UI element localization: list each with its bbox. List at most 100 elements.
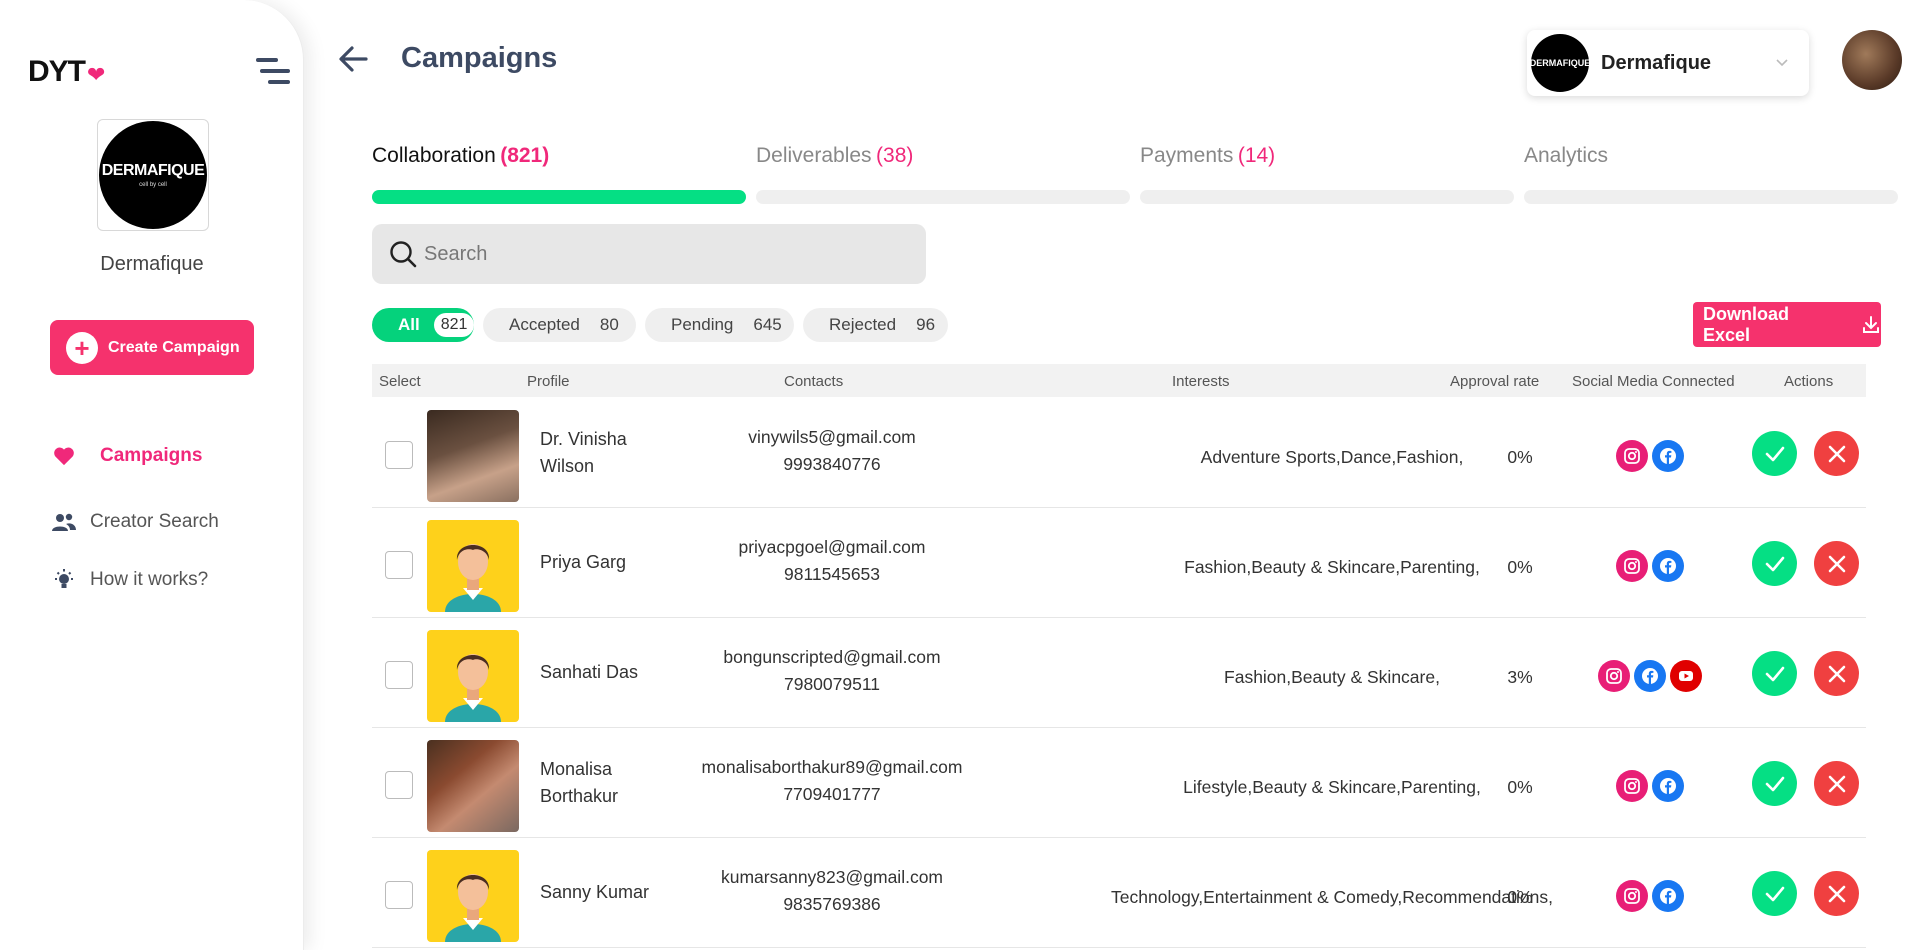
profile-name[interactable]: Monalisa Borthakur <box>540 756 660 810</box>
contact-email: kumarsanny823@gmail.com <box>720 867 944 887</box>
accept-button[interactable] <box>1752 651 1797 696</box>
contact-info: priyacpgoel@gmail.com 9811545653 <box>672 534 992 588</box>
table-row: Sanny Kumar kumarsanny823@gmail.com 9835… <box>372 838 1866 948</box>
column-header: Interests <box>1172 373 1230 390</box>
brand-logo-subtext: cell by cell <box>139 182 167 188</box>
profile-name[interactable]: Dr. Vinisha Wilson <box>540 426 660 480</box>
tab-deliverables[interactable]: Deliverables (38) <box>756 144 1130 208</box>
plus-icon: + <box>66 331 98 364</box>
social-media-icons <box>1570 770 1730 802</box>
default-avatar[interactable] <box>427 520 519 612</box>
reject-button[interactable] <box>1814 761 1859 806</box>
column-header: Actions <box>1784 373 1834 390</box>
facebook-icon[interactable] <box>1652 880 1684 912</box>
accept-button[interactable] <box>1752 871 1797 916</box>
tab-payments[interactable]: Payments (14) <box>1140 144 1514 208</box>
row-select-checkbox[interactable] <box>385 881 413 909</box>
back-arrow-icon[interactable] <box>336 42 372 78</box>
reject-button[interactable] <box>1814 541 1859 586</box>
reject-button[interactable] <box>1814 871 1859 916</box>
row-select-checkbox[interactable] <box>385 771 413 799</box>
brand-selector-dropdown[interactable]: DERMAFIQUE Dermafique <box>1527 30 1809 96</box>
check-icon <box>1765 666 1784 681</box>
create-campaign-button[interactable]: + Create Campaign <box>50 320 254 375</box>
create-campaign-label: Create Campaign <box>108 338 240 356</box>
instagram-icon[interactable] <box>1616 440 1648 472</box>
accept-button[interactable] <box>1752 761 1797 806</box>
contact-email: priyacpgoel@gmail.com <box>738 537 926 557</box>
default-avatar[interactable] <box>427 630 519 722</box>
app-logo[interactable]: DYT ❤ <box>28 55 105 89</box>
sidebar-item-how-it-works[interactable]: How it works? <box>50 568 208 592</box>
download-icon <box>1863 315 1879 333</box>
tab-count: (14) <box>1237 144 1276 167</box>
contact-info: vinywils5@gmail.com 9993840776 <box>672 424 992 478</box>
table-row: Monalisa Borthakur monalisaborthakur89@g… <box>372 728 1866 838</box>
profile-name-line: Priya Garg <box>540 552 627 572</box>
row-select-checkbox[interactable] <box>385 441 413 469</box>
profile-name[interactable]: Sanny Kumar <box>540 879 660 906</box>
youtube-icon[interactable] <box>1670 660 1702 692</box>
filter-all[interactable]: All 821 <box>372 308 475 342</box>
lightbulb-icon <box>50 568 78 592</box>
brand-selector-logo: DERMAFIQUE <box>1530 34 1590 92</box>
person-avatar-icon <box>445 654 501 722</box>
search-icon <box>390 241 417 268</box>
users-icon <box>50 510 78 534</box>
profile-photo[interactable] <box>427 740 519 832</box>
social-media-icons <box>1570 880 1730 912</box>
row-select-checkbox[interactable] <box>385 551 413 579</box>
filter-rejected[interactable]: Rejected 96 <box>803 308 948 342</box>
profile-photo[interactable] <box>427 410 519 502</box>
filter-pending[interactable]: Pending 645 <box>645 308 794 342</box>
instagram-icon[interactable] <box>1616 880 1648 912</box>
facebook-icon[interactable] <box>1652 770 1684 802</box>
accept-button[interactable] <box>1752 431 1797 476</box>
filter-accepted[interactable]: Accepted 80 <box>483 308 636 342</box>
tab-analytics[interactable]: Analytics <box>1524 144 1898 208</box>
column-header: Approval rate <box>1450 373 1540 390</box>
filter-label: Pending <box>671 315 734 334</box>
table-row: Dr. Vinisha Wilson vinywils5@gmail.com 9… <box>372 398 1866 508</box>
brand-name: Dermafique <box>100 253 204 275</box>
sidebar-item-label: Creator Search <box>90 511 219 532</box>
menu-toggle-icon[interactable] <box>256 56 290 86</box>
tab-collaboration[interactable]: Collaboration (821) <box>372 144 746 208</box>
table-header: Select Profile Contacts Interests Approv… <box>372 364 1866 397</box>
contact-info: bongunscripted@gmail.com 7980079511 <box>672 644 992 698</box>
profile-name-line: Dr. Vinisha <box>540 429 627 449</box>
row-select-checkbox[interactable] <box>385 661 413 689</box>
accept-button[interactable] <box>1752 541 1797 586</box>
filter-count: 80 <box>599 315 619 334</box>
facebook-icon[interactable] <box>1652 440 1684 472</box>
user-avatar[interactable] <box>1842 30 1902 90</box>
sidebar-item-creator-search[interactable]: Creator Search <box>50 510 219 534</box>
column-header: Social Media Connected <box>1572 373 1735 390</box>
facebook-icon[interactable] <box>1634 660 1666 692</box>
download-excel-button[interactable]: Download Excel <box>1693 302 1881 347</box>
sidebar-item-campaigns[interactable]: Campaigns <box>50 444 202 468</box>
profile-name[interactable]: Sanhati Das <box>540 659 660 686</box>
profile-name[interactable]: Priya Garg <box>540 549 660 576</box>
facebook-icon[interactable] <box>1652 550 1684 582</box>
instagram-icon[interactable] <box>1616 770 1648 802</box>
default-avatar[interactable] <box>427 850 519 942</box>
contact-phone: 9993840776 <box>783 454 881 474</box>
contact-phone: 9835769386 <box>783 894 881 914</box>
table-row: Priya Garg priyacpgoel@gmail.com 9811545… <box>372 508 1866 618</box>
profile-name-line: Sanhati Das <box>540 662 639 682</box>
filter-label: All <box>398 315 420 334</box>
person-avatar-icon <box>445 544 501 612</box>
search-bar <box>372 224 926 284</box>
reject-button[interactable] <box>1814 651 1859 696</box>
instagram-icon[interactable] <box>1616 550 1648 582</box>
check-icon <box>1765 556 1784 571</box>
search-input[interactable] <box>424 242 884 266</box>
reject-button[interactable] <box>1814 431 1859 476</box>
profile-name-line: Wilson <box>540 456 595 476</box>
sidebar-item-label: How it works? <box>90 569 209 590</box>
tab-indicator <box>1524 190 1898 204</box>
instagram-icon[interactable] <box>1598 660 1630 692</box>
tab-label: Analytics <box>1524 144 1609 167</box>
tab-count: (38) <box>876 144 914 167</box>
